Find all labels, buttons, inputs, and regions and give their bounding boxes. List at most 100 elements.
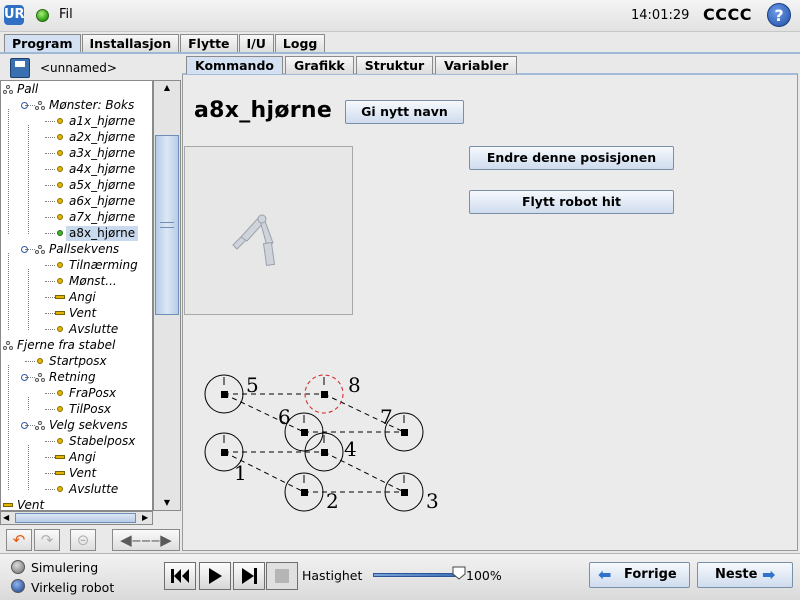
node-icon [3, 85, 13, 95]
node-icon [3, 341, 13, 351]
waypoint-icon [57, 182, 63, 188]
tree-item-vent[interactable]: Vent [69, 306, 96, 321]
speed-slider[interactable] [373, 573, 459, 577]
tree-vertical-scrollbar[interactable]: ▲ ▼ [153, 80, 181, 511]
tab-io[interactable]: I/U [238, 34, 274, 53]
cut-button[interactable]: ⊝ [70, 529, 96, 551]
scroll-thumb[interactable] [155, 135, 179, 315]
robot-name: CCCC [703, 5, 752, 24]
expand-icon[interactable] [21, 374, 28, 381]
play-button[interactable] [199, 562, 231, 590]
tree-connector [45, 393, 55, 394]
tree-item-a4x-hj-rne[interactable]: a4x_hjørne [69, 162, 135, 177]
tree-item-pall[interactable]: Pall [17, 82, 38, 97]
tree-item-fraposx[interactable]: FraPosx [69, 386, 116, 401]
scroll-left-icon[interactable]: ◀ [3, 512, 9, 524]
previous-button[interactable]: ⬅ Forrige [589, 562, 690, 588]
step-button[interactable] [233, 562, 265, 590]
tree-item-angi[interactable]: Angi [69, 450, 96, 465]
scroll-right-icon[interactable]: ▶ [142, 512, 148, 524]
tree-connector [28, 269, 29, 330]
move-robot-here-button[interactable]: Flytt robot hit [469, 190, 674, 214]
horizontal-scroll-thumb[interactable] [15, 513, 136, 523]
tree-item-fjerne-fra-stabel[interactable]: Fjerne fra stabel [17, 338, 115, 353]
tree-item-m-nster-boks[interactable]: Mønster: Boks [49, 98, 134, 113]
expand-icon[interactable] [21, 246, 28, 253]
tree-item-stabelposx[interactable]: Stabelposx [69, 434, 135, 449]
robot-preview[interactable] [184, 146, 353, 315]
tab-divider [0, 52, 800, 54]
tab-log[interactable]: Logg [274, 34, 326, 53]
rename-button[interactable]: Gi nytt navn [345, 100, 464, 124]
tree-item-tiln-rming[interactable]: Tilnærming [69, 258, 138, 273]
simulation-radio[interactable] [11, 560, 25, 574]
pattern-marker [301, 429, 308, 436]
tab-graphics[interactable]: Grafikk [284, 56, 354, 74]
scroll-up-icon[interactable]: ▲ [154, 81, 180, 95]
pattern-path-line [323, 451, 405, 493]
tree-connector [45, 217, 55, 218]
tree-item-a5x-hj-rne[interactable]: a5x_hjørne [69, 178, 135, 193]
tree-item-startposx[interactable]: Startposx [49, 354, 107, 369]
expand-icon[interactable] [21, 422, 28, 429]
tree-item-a1x-hj-rne[interactable]: a1x_hjørne [69, 114, 135, 129]
tree-connector [45, 185, 55, 186]
redo-icon: ↷ [40, 531, 54, 549]
tab-move[interactable]: Flytte [180, 34, 238, 53]
file-menu[interactable]: Fil [59, 7, 73, 22]
waypoint-icon [57, 390, 63, 396]
tree-item-m-nst[interactable]: Mønst... [69, 274, 117, 289]
tree-item-vent[interactable]: Vent [17, 498, 44, 510]
tab-program[interactable]: Program [4, 34, 81, 53]
expand-icon[interactable] [21, 102, 28, 109]
tree-item-tilposx[interactable]: TilPosx [69, 402, 111, 417]
tree-connector [45, 281, 55, 282]
tree-connector [45, 457, 55, 458]
undo-button[interactable]: ↶ [6, 529, 32, 551]
save-icon[interactable] [10, 58, 30, 78]
tree-horizontal-scrollbar[interactable]: ◀ ▶ [0, 511, 153, 525]
tree-item-angi[interactable]: Angi [69, 290, 96, 305]
pattern-label-8: 8 [348, 373, 361, 397]
tree-item-retning[interactable]: Retning [49, 370, 96, 385]
tree-item-velg-sekvens[interactable]: Velg sekvens [49, 418, 128, 433]
tree-item-pallsekvens[interactable]: Pallsekvens [49, 242, 119, 257]
previous-label: Forrige [624, 567, 677, 582]
tree-item-a8x-hj-rne[interactable]: a8x_hjørne [66, 226, 139, 241]
tab-installation[interactable]: Installasjon [81, 34, 180, 53]
tree-connector [45, 473, 55, 474]
tab-structure[interactable]: Struktur [355, 56, 434, 74]
stop-icon [275, 569, 289, 583]
tree-connector [45, 409, 55, 410]
pattern-path-line [223, 393, 305, 433]
real-robot-radio[interactable] [11, 579, 25, 593]
tree-connector [25, 361, 35, 362]
tab-command[interactable]: Kommando [186, 56, 283, 74]
tree-connector [28, 445, 29, 490]
tab-variables[interactable]: Variabler [435, 56, 518, 74]
pattern-label-2: 2 [326, 489, 339, 513]
tree-item-a3x-hj-rne[interactable]: a3x_hjørne [69, 146, 135, 161]
undo-icon: ↶ [12, 531, 26, 549]
skip-to-start-button[interactable] [164, 562, 196, 590]
move-node-button[interactable]: ◀‒‒‒▶ [112, 529, 180, 551]
redo-button[interactable]: ↷ [34, 529, 60, 551]
tree-item-a2x-hj-rne[interactable]: a2x_hjørne [69, 130, 135, 145]
tree-connector [45, 489, 55, 490]
stop-button[interactable] [266, 562, 298, 590]
pattern-label-7: 7 [380, 405, 393, 429]
tree-item-a7x-hj-rne[interactable]: a7x_hjørne [69, 210, 135, 225]
arrow-left-icon: ⬅ [598, 565, 612, 584]
node-icon [35, 101, 45, 111]
speed-slider-handle[interactable] [452, 566, 466, 580]
tree-item-avslutte[interactable]: Avslutte [69, 482, 118, 497]
change-position-button[interactable]: Endre denne posisjonen [469, 146, 674, 170]
scroll-down-icon[interactable]: ▼ [154, 496, 180, 510]
tree-item-vent[interactable]: Vent [69, 466, 96, 481]
play-icon [209, 568, 222, 584]
help-icon[interactable]: ? [767, 3, 791, 27]
tree-item-a6x-hj-rne[interactable]: a6x_hjørne [69, 194, 135, 209]
node-icon [35, 373, 45, 383]
tree-item-avslutte[interactable]: Avslutte [69, 322, 118, 337]
next-button[interactable]: Neste ➡ [697, 562, 793, 588]
